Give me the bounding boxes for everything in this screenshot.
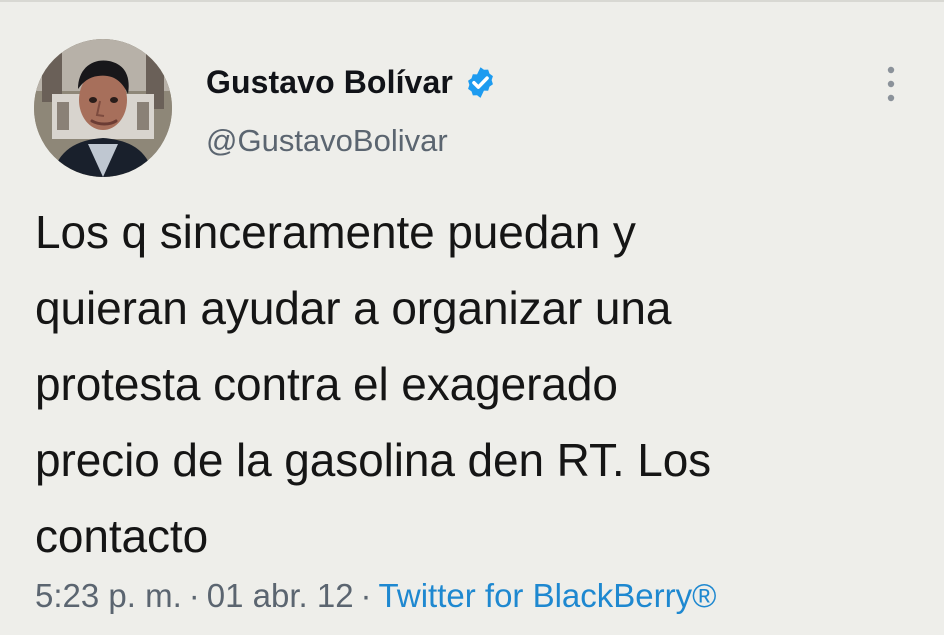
display-name[interactable]: Gustavo Bolívar <box>206 63 453 101</box>
author-row: Gustavo Bolívar <box>206 62 498 102</box>
profile-photo <box>34 39 172 177</box>
user-handle[interactable]: @GustavoBolivar <box>206 122 448 160</box>
tweet-source-link[interactable]: Twitter for BlackBerry® <box>379 577 717 614</box>
metadata-separator: · <box>188 577 200 614</box>
metadata-separator: · <box>360 577 372 614</box>
tweet-time[interactable]: 5:23 p. m. <box>35 577 182 614</box>
verified-badge-icon <box>467 66 493 98</box>
vertical-ellipsis-icon[interactable] <box>882 63 900 105</box>
tweet-metadata: 5:23 p. m. · 01 abr. 12 · Twitter for BlackB… <box>35 574 716 618</box>
tweet-text: Los q sinceramente puedan y quieran ayud… <box>35 206 712 562</box>
tweet-card: Gustavo Bolívar @GustavoBolivar Los q si… <box>0 0 944 635</box>
avatar[interactable] <box>34 39 172 177</box>
tweet-date[interactable]: 01 abr. 12 <box>207 577 354 614</box>
